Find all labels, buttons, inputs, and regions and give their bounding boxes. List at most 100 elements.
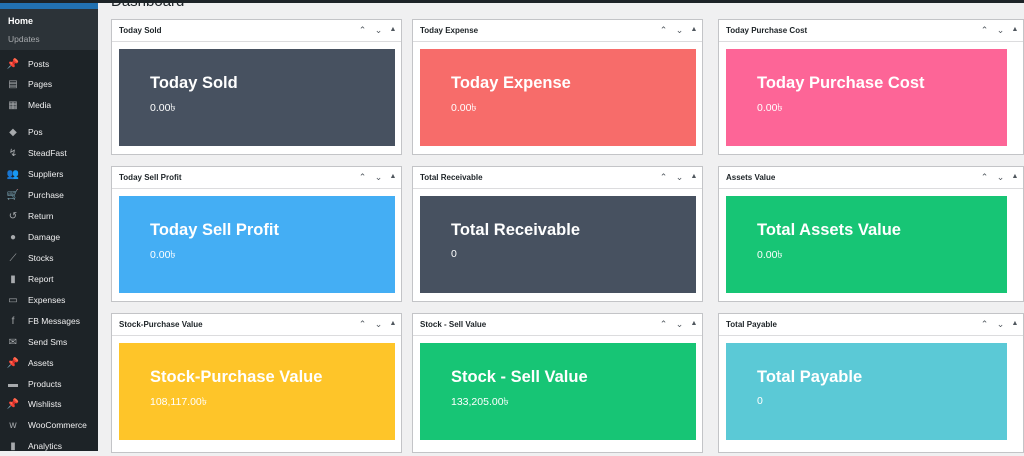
toggle-panel-icon[interactable]: ▲ bbox=[389, 24, 397, 36]
toggle-panel-icon[interactable]: ▲ bbox=[1011, 24, 1019, 36]
stat-card-value: 133,205.00৳ bbox=[451, 396, 509, 408]
sidebar-item-steadfast[interactable]: ↯ SteadFast bbox=[0, 143, 98, 163]
sidebar-item-products[interactable]: ▬ Products bbox=[0, 374, 98, 394]
move-down-icon[interactable]: ⌄ bbox=[674, 171, 685, 183]
sidebar-item-label: Suppliers bbox=[28, 169, 64, 179]
toggle-panel-icon[interactable]: ▲ bbox=[389, 318, 397, 330]
sidebar-item-label: Media bbox=[28, 100, 52, 110]
widget-header[interactable]: Today Sell Profit ⌃ ⌄ ▲ bbox=[112, 167, 401, 189]
sidebar-item-label: Posts bbox=[28, 59, 50, 69]
sidebar-item-woocommerce[interactable]: w WooCommerce bbox=[0, 415, 98, 435]
pin-icon: 📌 bbox=[6, 58, 20, 70]
stat-card-value: 0.00৳ bbox=[757, 102, 783, 114]
stat-card-title: Total Assets Value bbox=[757, 221, 901, 239]
stat-card-title: Today Sell Profit bbox=[150, 221, 279, 239]
sidebar-item-send-sms[interactable]: ✉ Send Sms bbox=[0, 332, 98, 352]
widget-header[interactable]: Stock - Sell Value ⌃ ⌄ ▲ bbox=[413, 314, 702, 336]
sidebar-item-updates[interactable]: Updates bbox=[8, 34, 40, 44]
sidebar-item-analytics[interactable]: ▮ Analytics bbox=[0, 436, 98, 456]
woo-icon: w bbox=[9, 419, 17, 431]
sidebar-item-return[interactable]: ↺ Return bbox=[0, 206, 98, 226]
move-down-icon[interactable]: ⌄ bbox=[674, 24, 685, 36]
toggle-panel-icon[interactable]: ▲ bbox=[690, 318, 698, 330]
toggle-panel-icon[interactable]: ▲ bbox=[690, 171, 698, 183]
widget-title: Today Purchase Cost bbox=[726, 26, 808, 35]
stat-card-value: 0.00৳ bbox=[757, 249, 783, 261]
widget-controls: ⌃ ⌄ ▲ bbox=[357, 24, 397, 36]
stat-card-value: 0 bbox=[757, 395, 763, 407]
move-down-icon[interactable]: ⌄ bbox=[995, 318, 1006, 330]
users-icon: 👥 bbox=[6, 168, 20, 180]
stat-card-value: 0 bbox=[451, 248, 457, 260]
sidebar-item-fb-messages[interactable]: f FB Messages bbox=[0, 311, 98, 331]
sidebar-item-label: Pos bbox=[28, 127, 43, 137]
stat-card-value: 0.00৳ bbox=[451, 102, 477, 114]
sidebar-item-purchase[interactable]: 🛒 Purchase bbox=[0, 185, 98, 205]
sidebar-item-stocks[interactable]: ⟋ Stocks bbox=[0, 248, 98, 268]
move-up-icon[interactable]: ⌃ bbox=[979, 24, 990, 36]
stat-card-title: Today Sold bbox=[150, 74, 238, 92]
move-up-icon[interactable]: ⌃ bbox=[357, 24, 368, 36]
sidebar-item-pos[interactable]: ◆ Pos bbox=[0, 122, 98, 142]
widget-header[interactable]: Today Purchase Cost ⌃ ⌄ ▲ bbox=[719, 20, 1023, 42]
sidebar-item-damage[interactable]: ● Damage bbox=[0, 227, 98, 247]
toggle-panel-icon[interactable]: ▲ bbox=[1011, 318, 1019, 330]
widget-assets-value: Assets Value ⌃ ⌄ ▲ Total Assets Value 0.… bbox=[718, 166, 1024, 302]
move-up-icon[interactable]: ⌃ bbox=[658, 171, 669, 183]
move-down-icon[interactable]: ⌄ bbox=[373, 318, 384, 330]
widget-header[interactable]: Today Expense ⌃ ⌄ ▲ bbox=[413, 20, 702, 42]
move-up-icon[interactable]: ⌃ bbox=[658, 318, 669, 330]
sidebar-item-label: Wishlists bbox=[28, 399, 62, 409]
widget-title: Assets Value bbox=[726, 173, 776, 182]
sidebar-item-label: Purchase bbox=[28, 190, 64, 200]
widget-controls: ⌃ ⌄ ▲ bbox=[658, 171, 698, 183]
sidebar-item-expenses[interactable]: ▭ Expenses bbox=[0, 290, 98, 310]
widget-today-purchase-cost: Today Purchase Cost ⌃ ⌄ ▲ Today Purchase… bbox=[718, 19, 1024, 155]
bar-chart-icon: ▮ bbox=[10, 273, 16, 285]
sidebar-item-wishlists[interactable]: 📌 Wishlists bbox=[0, 394, 98, 414]
widget-total-payable: Total Payable ⌃ ⌄ ▲ Total Payable 0 bbox=[718, 313, 1024, 453]
move-up-icon[interactable]: ⌃ bbox=[357, 171, 368, 183]
sidebar-item-media[interactable]: ▦ Media bbox=[0, 95, 98, 115]
sidebar-item-label: SteadFast bbox=[28, 148, 67, 158]
sidebar-item-label: FB Messages bbox=[28, 316, 80, 326]
move-up-icon[interactable]: ⌃ bbox=[979, 318, 990, 330]
chart-line-icon: ⟋ bbox=[9, 252, 17, 264]
stat-card: Today Sold 0.00৳ bbox=[119, 49, 395, 146]
widget-controls: ⌃ ⌄ ▲ bbox=[357, 171, 397, 183]
widget-header[interactable]: Assets Value ⌃ ⌄ ▲ bbox=[719, 167, 1023, 189]
move-down-icon[interactable]: ⌄ bbox=[674, 318, 685, 330]
widget-header[interactable]: Today Sold ⌃ ⌄ ▲ bbox=[112, 20, 401, 42]
sidebar-item-label: Pages bbox=[28, 79, 53, 89]
widget-title: Total Payable bbox=[726, 320, 777, 329]
stat-card-title: Total Receivable bbox=[451, 221, 580, 239]
stat-card: Stock - Sell Value 133,205.00৳ bbox=[420, 343, 696, 440]
sidebar-item-assets[interactable]: 📌 Assets bbox=[0, 353, 98, 373]
move-down-icon[interactable]: ⌄ bbox=[373, 171, 384, 183]
widget-title: Today Sell Profit bbox=[119, 173, 182, 182]
stat-card-value: 0.00৳ bbox=[150, 102, 176, 114]
move-down-icon[interactable]: ⌄ bbox=[995, 24, 1006, 36]
widget-stock-sell-value: Stock - Sell Value ⌃ ⌄ ▲ Stock - Sell Va… bbox=[412, 313, 703, 453]
widget-header[interactable]: Total Payable ⌃ ⌄ ▲ bbox=[719, 314, 1023, 336]
toggle-panel-icon[interactable]: ▲ bbox=[690, 24, 698, 36]
widget-controls: ⌃ ⌄ ▲ bbox=[979, 318, 1019, 330]
toggle-panel-icon[interactable]: ▲ bbox=[1011, 171, 1019, 183]
delivery-icon: ↯ bbox=[8, 147, 18, 159]
sidebar-item-suppliers[interactable]: 👥 Suppliers bbox=[0, 164, 98, 184]
move-down-icon[interactable]: ⌄ bbox=[373, 24, 384, 36]
stat-card: Today Purchase Cost 0.00৳ bbox=[726, 49, 1007, 146]
sidebar-item-home[interactable]: Home bbox=[8, 16, 33, 26]
move-up-icon[interactable]: ⌃ bbox=[658, 24, 669, 36]
widget-header[interactable]: Stock-Purchase Value ⌃ ⌄ ▲ bbox=[112, 314, 401, 336]
toggle-panel-icon[interactable]: ▲ bbox=[389, 171, 397, 183]
widget-controls: ⌃ ⌄ ▲ bbox=[979, 24, 1019, 36]
archive-icon: ▬ bbox=[8, 378, 18, 390]
sidebar-item-posts[interactable]: 📌 Posts bbox=[0, 54, 98, 74]
move-up-icon[interactable]: ⌃ bbox=[979, 171, 990, 183]
move-down-icon[interactable]: ⌄ bbox=[995, 171, 1006, 183]
widget-header[interactable]: Total Receivable ⌃ ⌄ ▲ bbox=[413, 167, 702, 189]
sidebar-item-report[interactable]: ▮ Report bbox=[0, 269, 98, 289]
move-up-icon[interactable]: ⌃ bbox=[357, 318, 368, 330]
sidebar-item-pages[interactable]: ▤ Pages bbox=[0, 74, 98, 94]
